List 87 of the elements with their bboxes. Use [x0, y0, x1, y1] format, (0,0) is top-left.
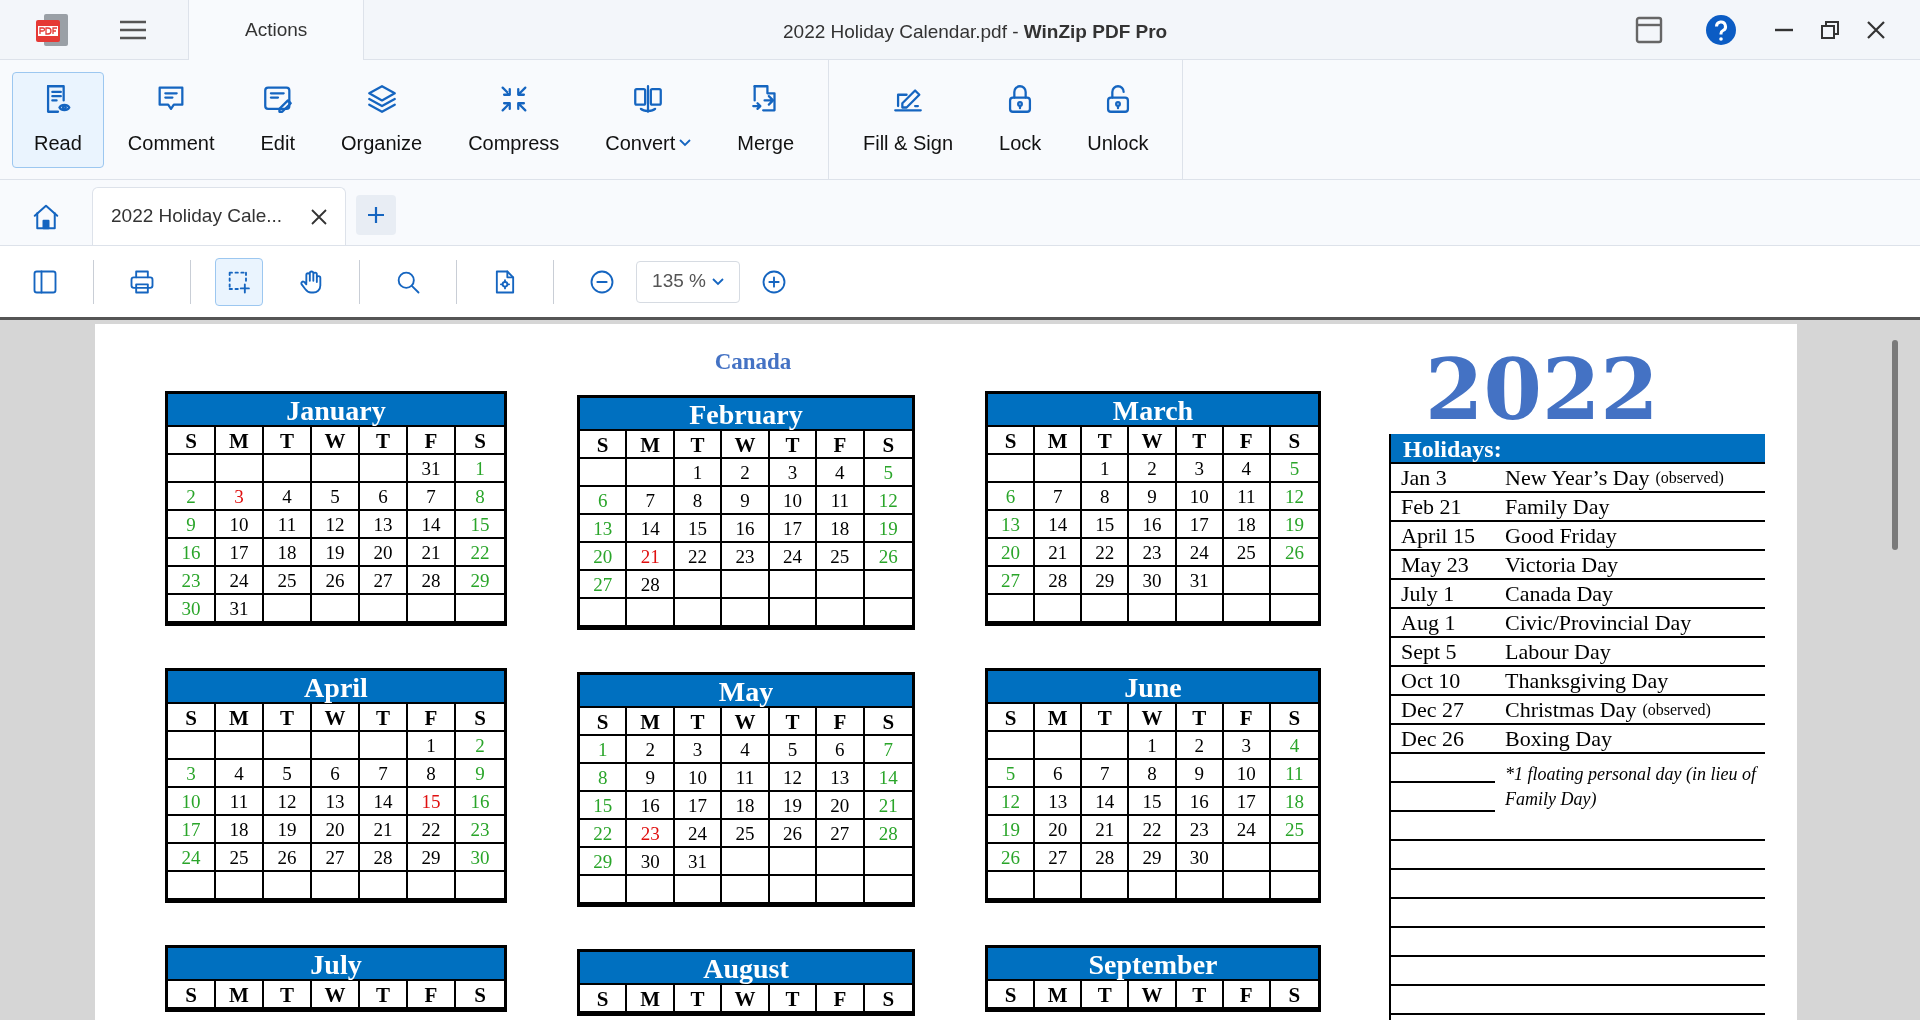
- close-icon[interactable]: [311, 208, 327, 225]
- weekday-header: S: [456, 981, 504, 1009]
- zoom-dropdown[interactable]: 135 %: [636, 260, 740, 303]
- holiday-name: Labour Day: [1505, 638, 1611, 666]
- weekday-header: S: [580, 985, 628, 1013]
- month-title: May: [580, 675, 912, 708]
- month-title: January: [168, 394, 504, 427]
- holiday-date: May 23: [1401, 551, 1470, 579]
- holiday-date: Sept 5: [1401, 638, 1458, 666]
- weekday-header: W: [722, 985, 770, 1013]
- new-tab-button[interactable]: [356, 195, 396, 235]
- help-icon: [1705, 13, 1737, 46]
- ribbon-button[interactable]: Convert: [583, 71, 714, 168]
- holiday-name: Victoria Day: [1505, 551, 1618, 579]
- holiday-date: Feb 21: [1401, 493, 1463, 521]
- ribbon-button[interactable]: Comment: [105, 71, 237, 168]
- weekday-header: S: [864, 985, 912, 1013]
- weekday-header: M: [627, 985, 675, 1013]
- holiday-note: (observed): [1642, 699, 1711, 721]
- ribbon-button[interactable]: Lock: [977, 71, 1064, 168]
- weekday-header: F: [817, 985, 865, 1013]
- caret-icon: [679, 138, 692, 147]
- month-title: February: [580, 398, 912, 431]
- weekday-header: T: [769, 985, 818, 1013]
- month-title: September: [988, 948, 1318, 981]
- ribbon-button[interactable]: Fill & Sign: [841, 71, 976, 168]
- month-title: July: [168, 948, 504, 981]
- holiday-name: Family Day: [1505, 493, 1610, 521]
- country-heading: Canada: [714, 350, 792, 373]
- ribbon-button[interactable]: Organize: [319, 71, 445, 168]
- ribbon-button[interactable]: Compress: [446, 71, 582, 168]
- ribbon-button[interactable]: Read: [12, 71, 104, 168]
- selection-tool-button[interactable]: [215, 257, 263, 306]
- weekday-header: S: [1270, 981, 1318, 1009]
- close-icon: [1867, 20, 1885, 39]
- weekday-header: T: [674, 985, 723, 1013]
- window-layout-icon: [1635, 15, 1663, 44]
- weekday-header: T: [264, 981, 312, 1009]
- weekday-header: T: [1176, 981, 1224, 1009]
- month-title: June: [988, 671, 1318, 704]
- holiday-date: Aug 1: [1401, 609, 1457, 637]
- month-title: March: [988, 394, 1318, 427]
- home-icon: [31, 202, 61, 232]
- weekday-header: M: [216, 981, 264, 1009]
- month-title: April: [168, 671, 504, 704]
- holiday-date: April 15: [1401, 522, 1476, 550]
- day-cell: 31: [216, 595, 264, 623]
- ribbon-tab[interactable]: Actions: [188, 0, 365, 60]
- weekday-header: T: [360, 981, 408, 1009]
- weekday-header: F: [1223, 981, 1271, 1009]
- tab-title: 2022 Holiday Cale...: [111, 204, 283, 229]
- holiday-date: Jan 3: [1401, 464, 1448, 492]
- holidays-heading: Holidays:: [1389, 434, 1765, 464]
- holiday-name: Thanksgiving Day: [1505, 667, 1669, 695]
- ribbon-button[interactable]: Unlock: [1065, 71, 1171, 168]
- window-title: 2022 Holiday Calendar.pdf - WinZip PDF Pro: [783, 21, 1168, 42]
- holiday-date: Oct 10: [1401, 667, 1462, 695]
- document-tab[interactable]: 2022 Holiday Cale...: [92, 187, 346, 245]
- weekday-header: S: [168, 981, 216, 1009]
- weekday-header: T: [1082, 981, 1130, 1009]
- menu-icon: [118, 18, 148, 41]
- weekday-header: S: [988, 981, 1036, 1009]
- holiday-name: Boxing Day: [1505, 725, 1612, 753]
- month-title: August: [580, 952, 912, 985]
- holiday-date: Dec 26: [1401, 725, 1465, 753]
- holiday-name: Civic/Provincial Day: [1505, 609, 1692, 637]
- holiday-date: July 1: [1401, 580, 1456, 608]
- holiday-name: Christmas Day: [1505, 696, 1637, 724]
- footnote: *1 floating personal day (in lieu of Family Day): [1504, 763, 1759, 811]
- holiday-date: Dec 27: [1401, 696, 1465, 724]
- holiday-name: Good Friday: [1505, 522, 1617, 550]
- plus-icon: [366, 205, 386, 225]
- holiday-name: Canada Day: [1505, 580, 1614, 608]
- scrollbar-thumb[interactable]: [1892, 340, 1898, 550]
- weekday-header: M: [1035, 981, 1083, 1009]
- minimize-icon: [1775, 27, 1793, 32]
- weekday-header: W: [1129, 981, 1177, 1009]
- weekday-header: W: [312, 981, 360, 1009]
- year-heading: 2022: [1425, 348, 1659, 432]
- caret-icon: [711, 277, 724, 286]
- weekday-header: F: [408, 981, 456, 1009]
- holiday-note: (observed): [1655, 467, 1724, 489]
- ribbon-button[interactable]: Merge: [715, 71, 816, 168]
- ribbon-button[interactable]: Edit: [238, 71, 317, 168]
- restore-icon: [1821, 20, 1839, 39]
- holiday-name: New Year’s Day: [1505, 464, 1650, 492]
- day-cell: 30: [168, 595, 216, 623]
